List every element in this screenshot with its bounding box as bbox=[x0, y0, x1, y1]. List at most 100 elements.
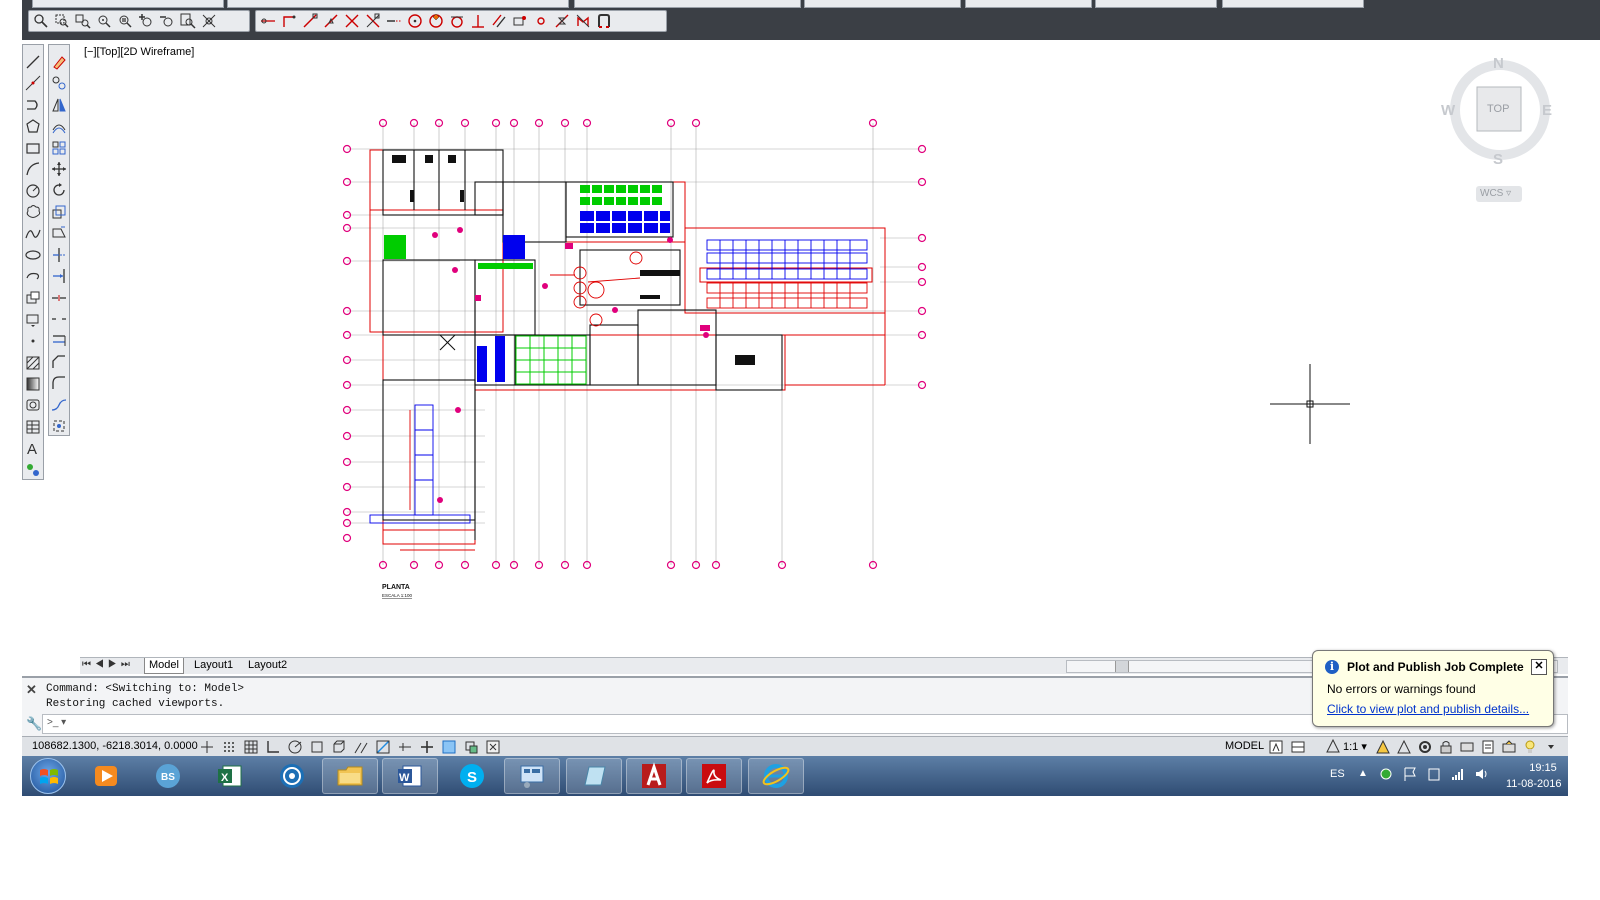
customize-wrench-icon[interactable]: 🔧 bbox=[26, 716, 42, 732]
explode-icon[interactable] bbox=[50, 417, 68, 435]
tray-action-center-flag-icon[interactable] bbox=[1402, 766, 1418, 782]
model-space-toggle[interactable]: MODEL bbox=[1225, 740, 1264, 752]
zoom-out-icon[interactable] bbox=[158, 12, 176, 30]
multiline-text-icon[interactable]: A bbox=[24, 439, 42, 457]
break-at-point-icon[interactable] bbox=[50, 289, 68, 307]
tray-network-settings-icon[interactable] bbox=[1378, 766, 1394, 782]
plot-publish-notification[interactable]: i Plot and Publish Job Complete ✕ No err… bbox=[1312, 650, 1554, 727]
zoom-all-icon[interactable] bbox=[179, 12, 197, 30]
snap-center-icon[interactable] bbox=[406, 12, 424, 30]
mirror-icon[interactable] bbox=[50, 96, 68, 114]
gradient-icon[interactable] bbox=[24, 375, 42, 393]
tray-network-signal-icon[interactable] bbox=[1450, 766, 1466, 782]
snap-extension-icon[interactable] bbox=[385, 12, 403, 30]
grid-display-icon[interactable] bbox=[242, 738, 260, 756]
blend-curves-icon[interactable] bbox=[50, 396, 68, 414]
arc-icon[interactable] bbox=[24, 160, 42, 178]
rotate-icon[interactable] bbox=[50, 182, 68, 200]
workspace-switching-icon[interactable] bbox=[1416, 738, 1434, 756]
annotation-scale-select[interactable]: 1:1 ▾ bbox=[1343, 740, 1367, 753]
polyline-icon[interactable] bbox=[24, 96, 42, 114]
snap-insert-icon[interactable] bbox=[511, 12, 529, 30]
show-hidden-icons-icon[interactable]: ▲ bbox=[1358, 768, 1368, 779]
zoom-object-icon[interactable] bbox=[116, 12, 134, 30]
viewcube[interactable]: N S E W TOP WCS ▿ bbox=[1440, 55, 1560, 205]
taskbar-excel[interactable]: X bbox=[202, 758, 258, 794]
dynamic-input-icon[interactable] bbox=[396, 738, 414, 756]
coordinates-readout[interactable]: 108682.1300, -6218.3014, 0.0000 bbox=[32, 740, 198, 752]
extend-icon[interactable] bbox=[50, 267, 68, 285]
close-command-window-icon[interactable]: ✕ bbox=[26, 682, 37, 698]
plot-status-icon[interactable] bbox=[1479, 738, 1497, 756]
tray-device-icon[interactable] bbox=[1426, 766, 1442, 782]
tab-layout1[interactable]: Layout1 bbox=[190, 658, 237, 673]
tab-layout2[interactable]: Layout2 bbox=[244, 658, 291, 673]
stretch-icon[interactable] bbox=[50, 224, 68, 242]
clock-time[interactable]: 19:15 bbox=[1522, 762, 1564, 774]
snap-endpoint-icon[interactable] bbox=[301, 12, 319, 30]
snap-apparent-intersection-icon[interactable] bbox=[364, 12, 382, 30]
taskbar-media-player[interactable] bbox=[78, 758, 134, 794]
snap-nearest-icon[interactable] bbox=[553, 12, 571, 30]
publish-status-icon[interactable] bbox=[1500, 738, 1518, 756]
compass-east[interactable]: E bbox=[1542, 102, 1552, 119]
hardware-acceleration-icon[interactable] bbox=[1458, 738, 1476, 756]
zoom-scale-icon[interactable] bbox=[74, 12, 92, 30]
zoom-window-icon[interactable] bbox=[32, 12, 50, 30]
snap-from-icon[interactable] bbox=[280, 12, 298, 30]
compass-south[interactable]: S bbox=[1493, 151, 1503, 168]
quick-view-drawings-icon[interactable] bbox=[1289, 738, 1307, 756]
wcs-menu[interactable]: WCS ▿ bbox=[1480, 188, 1511, 199]
transparency-icon[interactable] bbox=[440, 738, 458, 756]
snap-intersection-icon[interactable] bbox=[343, 12, 361, 30]
tray-volume-icon[interactable] bbox=[1474, 766, 1490, 782]
taskbar-app-target[interactable] bbox=[264, 758, 320, 794]
annotation-visibility-icon[interactable] bbox=[1325, 738, 1343, 756]
lineweight-icon[interactable] bbox=[418, 738, 436, 756]
rectangle-icon[interactable] bbox=[24, 139, 42, 157]
circle-icon[interactable] bbox=[24, 182, 42, 200]
dynamic-ucs-icon[interactable] bbox=[374, 738, 392, 756]
zoom-dynamic-icon[interactable] bbox=[53, 12, 71, 30]
snap-tangent-icon[interactable] bbox=[448, 12, 466, 30]
tab-model[interactable]: Model bbox=[144, 658, 184, 674]
viewcube-top-face[interactable]: TOP bbox=[1487, 103, 1509, 115]
snap-perpendicular-icon[interactable] bbox=[469, 12, 487, 30]
polygon-icon[interactable] bbox=[24, 117, 42, 135]
close-notification-button[interactable]: ✕ bbox=[1531, 659, 1547, 675]
snap-node-icon[interactable] bbox=[532, 12, 550, 30]
point-icon[interactable] bbox=[24, 332, 42, 350]
plot-details-link[interactable]: Click to view plot and publish details..… bbox=[1327, 702, 1529, 716]
taskbar-control-panel[interactable] bbox=[504, 758, 560, 794]
auto-scale-icon[interactable] bbox=[1374, 738, 1392, 756]
ortho-mode-icon[interactable] bbox=[264, 738, 282, 756]
toolbar-dropdown-6[interactable] bbox=[1095, 0, 1217, 8]
start-button[interactable] bbox=[30, 758, 66, 794]
polar-tracking-icon[interactable] bbox=[286, 738, 304, 756]
snap-parallel-icon[interactable] bbox=[490, 12, 508, 30]
taskbar-adobe-reader[interactable] bbox=[686, 758, 742, 794]
status-menu-icon[interactable] bbox=[1542, 738, 1560, 756]
move-icon[interactable] bbox=[50, 160, 68, 178]
clock-date[interactable]: 11-08-2016 bbox=[1506, 778, 1561, 790]
snap-quadrant-icon[interactable] bbox=[427, 12, 445, 30]
tab-navigation-arrows-icon[interactable]: ⏮◀▶⏭ bbox=[82, 659, 134, 670]
quick-view-layouts-icon[interactable] bbox=[1267, 738, 1285, 756]
snap-none-icon[interactable] bbox=[574, 12, 592, 30]
table-icon[interactable] bbox=[24, 418, 42, 436]
join-icon[interactable] bbox=[50, 331, 68, 349]
add-selected-icon[interactable] bbox=[24, 461, 42, 479]
taskbar-word[interactable]: W bbox=[382, 758, 438, 794]
quick-properties-icon[interactable] bbox=[462, 738, 480, 756]
taskbar-explorer[interactable] bbox=[322, 758, 378, 794]
language-indicator[interactable]: ES bbox=[1330, 768, 1345, 780]
zoom-in-icon[interactable] bbox=[137, 12, 155, 30]
trim-icon[interactable] bbox=[50, 246, 68, 264]
construction-line-icon[interactable] bbox=[24, 74, 42, 92]
region-icon[interactable] bbox=[24, 397, 42, 415]
chamfer-icon[interactable] bbox=[50, 353, 68, 371]
scrollbar-thumb[interactable] bbox=[1115, 661, 1129, 672]
osnap-settings-icon[interactable] bbox=[595, 12, 613, 30]
spline-icon[interactable] bbox=[24, 225, 42, 243]
array-icon[interactable] bbox=[50, 139, 68, 157]
